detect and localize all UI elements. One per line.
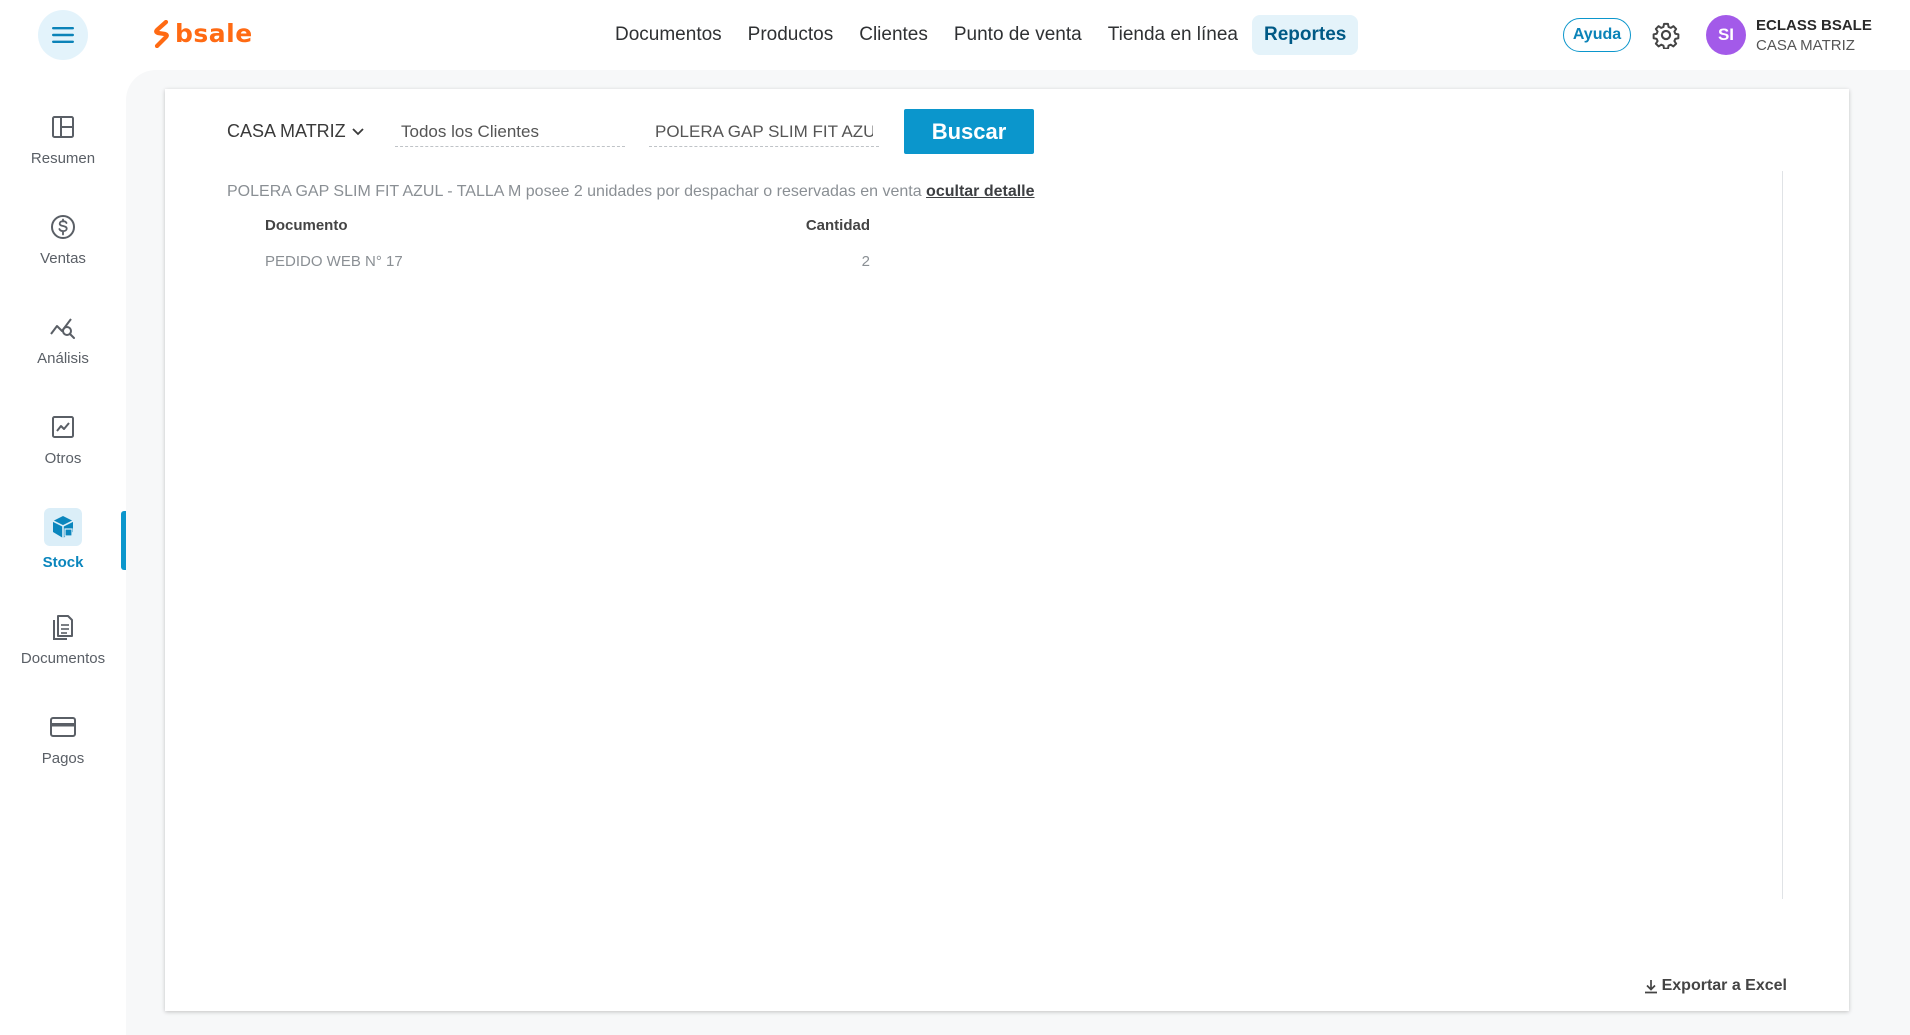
main-nav: Documentos Productos Clientes Punto de v…: [603, 15, 1360, 55]
export-excel-button[interactable]: Exportar a Excel: [1644, 977, 1787, 995]
sidebar-item-label: Análisis: [37, 350, 89, 367]
sidebar-item-stock[interactable]: Stock: [0, 498, 126, 578]
sidebar-item-label: Pagos: [41, 750, 85, 767]
scroll-divider: [1782, 171, 1783, 899]
branch-select[interactable]: CASA MATRIZ: [227, 121, 364, 142]
sidebar-item-resumen[interactable]: Resumen: [0, 98, 126, 178]
logo-text: bsale: [175, 19, 253, 48]
cell-cantidad: 2: [861, 253, 870, 270]
user-branch: CASA MATRIZ: [1756, 37, 1855, 54]
sidebar-item-label: Otros: [44, 450, 82, 467]
branch-select-value: CASA MATRIZ: [227, 121, 346, 141]
column-header-documento: Documento: [265, 217, 348, 234]
hide-detail-link[interactable]: ocultar detalle: [926, 183, 1034, 200]
sidebar-item-label: Documentos: [20, 650, 106, 667]
document-icon: [48, 612, 78, 642]
sidebar-item-documentos[interactable]: Documentos: [0, 598, 126, 678]
nav-productos[interactable]: Productos: [736, 15, 846, 55]
analysis-icon: [48, 312, 78, 342]
nav-clientes[interactable]: Clientes: [847, 15, 940, 55]
search-button[interactable]: Buscar: [904, 109, 1034, 154]
sidebar-item-label: Stock: [42, 554, 84, 571]
bsale-logo[interactable]: bsale: [153, 19, 253, 48]
sidebar-item-label: Ventas: [40, 250, 86, 267]
hamburger-icon: [52, 27, 74, 43]
bsale-logo-icon: [154, 19, 169, 48]
column-header-cantidad: Cantidad: [805, 217, 870, 234]
cell-documento: PEDIDO WEB N° 17: [265, 253, 403, 270]
nav-tienda-en-linea[interactable]: Tienda en línea: [1096, 15, 1250, 55]
avatar[interactable]: SI: [1706, 15, 1746, 55]
reservation-message-text: POLERA GAP SLIM FIT AZUL - TALLA M posee…: [227, 183, 927, 200]
dollar-icon: [48, 212, 78, 242]
sidebar-item-pagos[interactable]: Pagos: [0, 698, 126, 778]
gear-icon[interactable]: [1652, 21, 1680, 49]
export-excel-label: Exportar a Excel: [1661, 977, 1787, 994]
nav-documentos[interactable]: Documentos: [603, 15, 734, 55]
clients-input[interactable]: [395, 117, 625, 147]
product-input[interactable]: [649, 117, 879, 147]
nav-punto-de-venta[interactable]: Punto de venta: [942, 15, 1094, 55]
help-button[interactable]: Ayuda: [1563, 18, 1631, 52]
card-icon: [48, 712, 78, 742]
stock-detail-card: CASA MATRIZ Buscar POLERA GAP SLIM FIT A…: [165, 89, 1849, 1011]
chart-icon: [48, 412, 78, 442]
reservation-message: POLERA GAP SLIM FIT AZUL - TALLA M posee…: [227, 183, 1035, 201]
sidebar-item-otros[interactable]: Otros: [0, 398, 126, 478]
box-icon: [44, 508, 82, 546]
user-name: ECLASS BSALE: [1756, 17, 1872, 34]
chevron-down-icon: [352, 127, 364, 135]
sidebar-active-indicator: [121, 511, 126, 570]
download-icon: [1644, 979, 1657, 993]
menu-button[interactable]: [38, 10, 88, 60]
sidebar-item-analisis[interactable]: Análisis: [0, 298, 126, 378]
layout-icon: [48, 112, 78, 142]
sidebar-item-label: Resumen: [30, 150, 96, 167]
top-bar: bsale Documentos Productos Clientes Punt…: [0, 0, 1910, 70]
nav-reportes[interactable]: Reportes: [1252, 15, 1359, 55]
sidebar-item-ventas[interactable]: Ventas: [0, 198, 126, 278]
